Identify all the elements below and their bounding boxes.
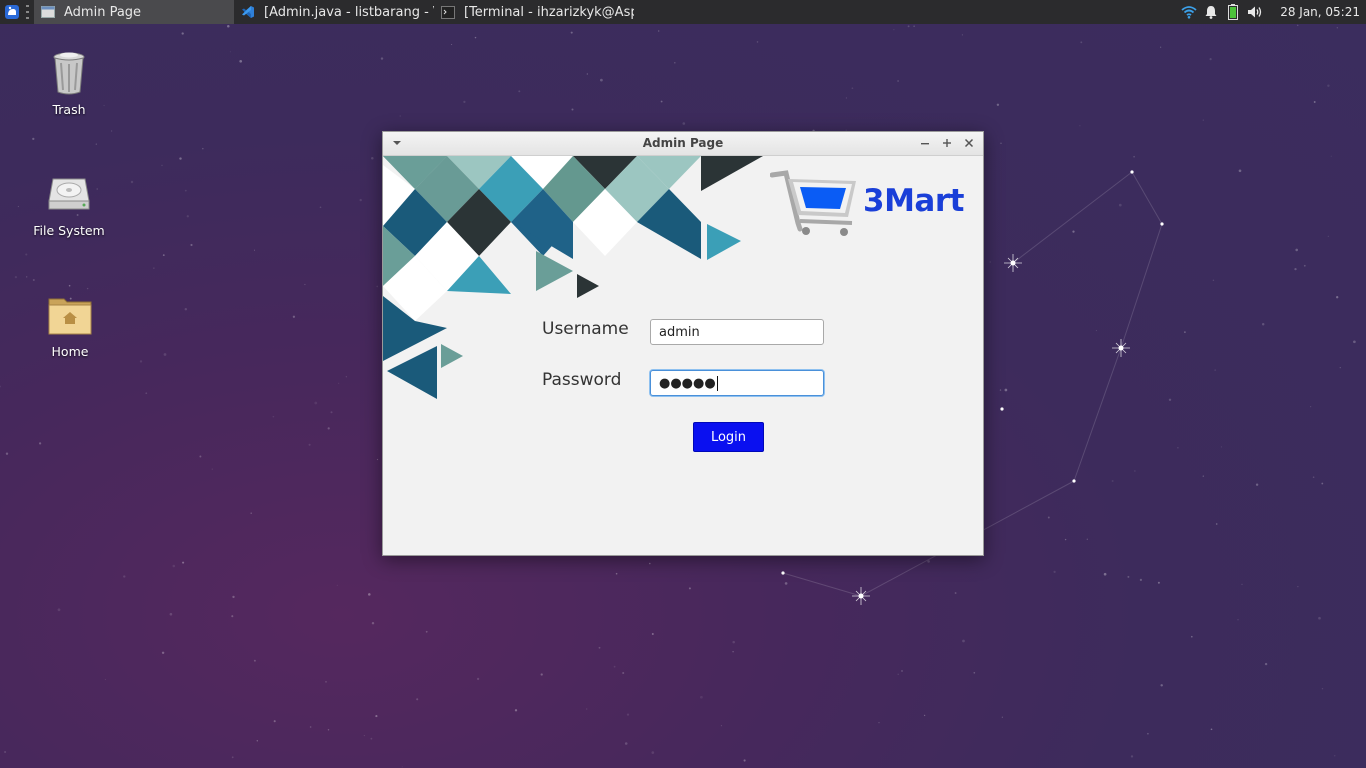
desktop-icon-trash[interactable]: Trash [19,48,119,117]
xfce-mouse-icon [5,5,19,19]
task-admin-page[interactable]: Admin Page [34,0,234,24]
desktop-icon-file-system[interactable]: File System [19,169,119,238]
applications-menu-button[interactable] [0,0,24,24]
desktop-icon-home[interactable]: Home [20,290,120,359]
task-label: Admin Page [64,4,142,20]
admin-window: Admin Page 3Mart Username admin Password… [382,131,984,556]
window-titlebar[interactable]: Admin Page [383,132,983,156]
battery-icon[interactable] [1222,0,1244,24]
close-button[interactable] [961,135,977,151]
vscode-icon [240,4,256,20]
task-label: [Terminal - ihzarizkyk@Aspir... [464,4,634,20]
clock[interactable]: 28 Jan, 05:21 [1266,5,1366,19]
terminal-icon [440,4,456,20]
minimize-button[interactable] [917,135,933,151]
window-title: Admin Page [642,136,724,150]
desktop-icon-label: File System [33,223,105,238]
trash-icon [45,48,93,96]
desktop-icon-label: Home [51,344,89,359]
top-panel: Admin Page [Admin.java - listbarang - Vi… [0,0,1366,24]
logo-text: 3Mart [863,183,964,219]
task-vscode[interactable]: [Admin.java - listbarang - Vis... [234,0,434,24]
bell-icon[interactable] [1200,0,1222,24]
password-label: Password [542,370,622,390]
task-label: [Admin.java - listbarang - Vis... [264,4,434,20]
system-tray: 28 Jan, 05:21 [1178,0,1366,24]
maximize-button[interactable] [939,135,955,151]
window-content: 3Mart Username Password ●●●●● Login [383,156,983,556]
home-folder-icon [46,290,94,338]
triangle-pattern-decoration [383,156,763,399]
panel-grip [26,5,32,19]
drive-icon [45,169,93,217]
volume-icon[interactable] [1244,0,1266,24]
password-masked-value: ●●●●● [659,375,716,391]
window-icon [40,4,56,20]
password-field[interactable]: ●●●●● [650,370,824,396]
desktop-icon-label: Trash [52,102,86,117]
login-button[interactable]: Login [693,422,764,452]
username-label: Username [542,319,629,339]
username-field[interactable] [650,319,824,345]
text-caret [716,375,718,391]
task-terminal[interactable]: [Terminal - ihzarizkyk@Aspir... [434,0,634,24]
wifi-icon[interactable] [1178,0,1200,24]
